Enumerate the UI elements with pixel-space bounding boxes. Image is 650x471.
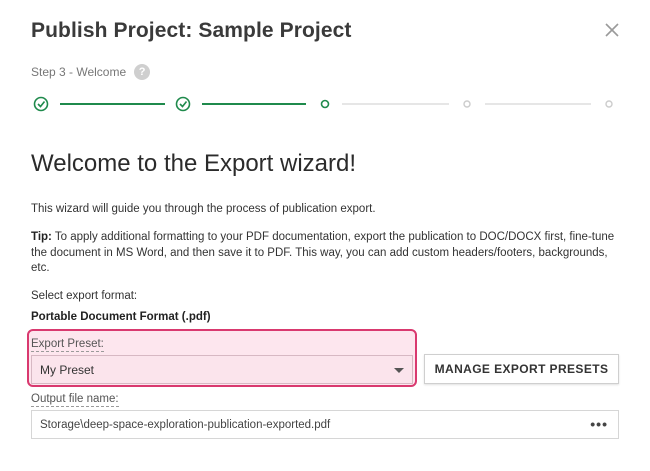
step-3-current-icon <box>320 99 330 109</box>
manage-export-presets-button[interactable]: MANAGE EXPORT PRESETS <box>424 354 619 384</box>
dropdown-caret-icon <box>394 368 404 373</box>
step-2-completed-icon <box>175 96 191 112</box>
step-5-icon <box>605 100 613 108</box>
export-preset-label: Export Preset: <box>31 338 104 352</box>
step-1-completed-icon <box>33 96 49 112</box>
close-icon[interactable] <box>602 20 622 40</box>
step-label-text: Step 3 - Welcome <box>31 65 127 79</box>
output-file-input[interactable]: Storage\deep-space-exploration-publicati… <box>31 410 619 439</box>
progress-stepper <box>33 96 613 112</box>
tip-body: To apply additional formatting to your P… <box>31 231 615 274</box>
format-value: Portable Document Format (.pdf) <box>31 311 211 323</box>
help-icon[interactable]: ? <box>134 64 151 80</box>
dialog-title: Publish Project: Sample Project <box>31 19 352 42</box>
export-preset-select[interactable]: My Preset <box>31 355 413 384</box>
export-preset-value: My Preset <box>40 362 95 377</box>
wizard-heading: Welcome to the Export wizard! <box>31 150 357 177</box>
browse-more-icon[interactable]: ••• <box>590 417 608 431</box>
tip-label: Tip: <box>31 231 52 243</box>
intro-text: This wizard will guide you through the p… <box>31 203 376 215</box>
tip-text: Tip: To apply additional formatting to y… <box>31 230 616 277</box>
output-file-label: Output file name: <box>31 393 119 407</box>
step-4-icon <box>463 100 471 108</box>
output-file-value: Storage\deep-space-exploration-publicati… <box>40 418 331 431</box>
format-label: Select export format: <box>31 290 138 302</box>
step-indicator: Step 3 - Welcome ? <box>31 64 151 80</box>
